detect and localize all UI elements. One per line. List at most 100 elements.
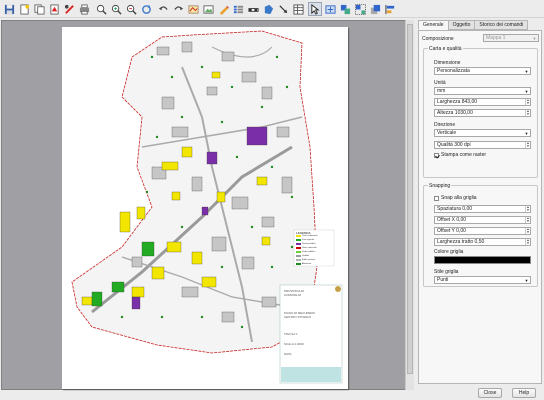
zoom-out-icon[interactable] [124, 2, 138, 16]
spin-arrows-icon[interactable]: ▲ ▼ [525, 239, 530, 245]
raise-icon[interactable] [368, 2, 382, 16]
altezza-spinbox[interactable]: Altezza 1030,00 ▲ ▼ [434, 109, 531, 117]
legend-item: Servizi pubblici [296, 243, 315, 245]
title-body-line: SCALA 1:2000 [284, 342, 304, 346]
new-composer-icon[interactable] [17, 2, 31, 16]
spin-arrows-icon[interactable]: ▲ ▼ [525, 217, 530, 223]
offset-x-value: Offset X 0,00 [437, 217, 467, 223]
stile-griglia-value: Punti [437, 277, 449, 283]
legend-swatch [296, 251, 301, 253]
move-content-icon[interactable] [323, 2, 337, 16]
legend-item: Alberature [296, 263, 311, 265]
spin-arrows-icon[interactable]: ▲ ▼ [525, 99, 530, 105]
legend-swatch [296, 255, 301, 257]
add-label-icon[interactable] [216, 2, 230, 16]
qualita-spinbox[interactable]: Qualità 300 dpi ▲ ▼ [434, 141, 531, 149]
refresh-icon[interactable] [139, 2, 153, 16]
zoom-full-icon[interactable] [94, 2, 108, 16]
larghezza-spinbox[interactable]: Larghezza 843,00 ▲ ▼ [434, 98, 531, 106]
dimensione-select[interactable]: Personalizzata ▼ [434, 67, 531, 75]
legend-swatch [296, 235, 301, 237]
add-scalebar-icon[interactable] [246, 2, 260, 16]
legend-swatch [296, 239, 301, 241]
spin-arrows-icon[interactable]: ▲ ▼ [525, 142, 530, 148]
pdf-export-icon[interactable] [47, 2, 61, 16]
raster-checkbox[interactable]: Stampa come raster [434, 152, 486, 158]
chevron-down-icon: ▼ [524, 278, 529, 283]
title-body-line: CENTRO STORICO [284, 315, 312, 319]
altezza-value: Altezza 1030,00 [437, 110, 473, 116]
checkbox-box[interactable] [434, 152, 439, 158]
snap-checkbox[interactable]: Snap alla griglia [434, 195, 477, 201]
zoom-in-icon[interactable] [109, 2, 123, 16]
add-shape-icon[interactable] [261, 2, 275, 16]
add-image-icon[interactable] [201, 2, 215, 16]
stile-griglia-label: Stile griglia [434, 269, 459, 275]
direzione-label: Direzione [434, 122, 456, 128]
carta-group-title: Carta e qualità [428, 46, 463, 52]
legend-swatch [296, 247, 301, 249]
direzione-value: Verticale [437, 130, 457, 136]
chevron-down-icon: ▼ [524, 131, 529, 136]
legend-item: Edifici esistenti [296, 259, 315, 261]
checkbox-box[interactable] [434, 195, 439, 201]
legend-item: Zona residenziale [296, 235, 318, 237]
snapping-group: Snapping Snap alla griglia Spaziatura 0,… [423, 183, 538, 287]
close-button[interactable]: Close [478, 388, 502, 398]
spin-arrows-icon[interactable]: ▲ ▼ [525, 228, 530, 234]
help-button[interactable]: Help [512, 388, 536, 398]
qualita-value: Qualità 300 dpi [437, 142, 471, 148]
direzione-select[interactable]: Verticale ▼ [434, 129, 531, 137]
tab-oggetto[interactable]: Oggetto [447, 20, 476, 30]
unita-select[interactable]: mm ▼ [434, 87, 531, 95]
print-icon[interactable] [77, 2, 91, 16]
legend-swatch [296, 243, 301, 245]
select-icon[interactable] [308, 2, 322, 16]
spin-arrows-icon[interactable]: ▲ ▼ [525, 206, 530, 212]
offset-y-spinbox[interactable]: Offset Y 0,00 ▲ ▼ [434, 227, 531, 235]
group-icon[interactable] [338, 2, 352, 16]
title-header-line: COMUNE DI [284, 293, 302, 297]
snap-label: Snap alla griglia [441, 195, 477, 201]
larghezza-tratto-value: Larghezza tratto 0,50 [437, 239, 485, 245]
svg-export-icon[interactable] [62, 2, 76, 16]
composition-canvas[interactable]: LEGENDA Zona residenziale Zona agricola … [1, 20, 414, 390]
tab-generale[interactable]: Generale [418, 20, 449, 30]
legend-label: Verde pubblico [302, 251, 316, 253]
tab-storico[interactable]: Storico dei comandi [474, 20, 529, 30]
dimensione-value: Personalizzata [437, 68, 470, 74]
print-sheet[interactable]: LEGENDA Zona residenziale Zona agricola … [62, 27, 348, 389]
map-item[interactable] [62, 27, 348, 389]
stile-griglia-select[interactable]: Punti ▼ [434, 276, 531, 284]
generale-panel: Composizione Mappa 1 ▼ Carta e qualità Di… [418, 30, 542, 384]
add-arrow-icon[interactable] [276, 2, 290, 16]
carta-group: Carta e qualità Dimensione Personalizzat… [423, 46, 538, 178]
grid-color-button[interactable] [434, 256, 531, 264]
redo-icon[interactable] [171, 2, 185, 16]
composizione-select[interactable]: Mappa 1 ▼ [483, 34, 539, 42]
add-table-icon[interactable] [291, 2, 305, 16]
undo-icon[interactable] [156, 2, 170, 16]
larghezza-tratto-spinbox[interactable]: Larghezza tratto 0,50 ▲ ▼ [434, 238, 531, 246]
duplicate-icon[interactable] [32, 2, 46, 16]
add-map-icon[interactable] [186, 2, 200, 16]
spaziatura-spinbox[interactable]: Spaziatura 0,00 ▲ ▼ [434, 205, 531, 213]
title-body-line: TAVOLA 1 [284, 332, 298, 336]
spin-arrows-icon[interactable]: ▲ ▼ [525, 110, 530, 116]
save-icon[interactable] [2, 2, 16, 16]
align-icon[interactable] [383, 2, 397, 16]
chevron-down-icon: ▼ [532, 36, 537, 41]
add-legend-icon[interactable] [231, 2, 245, 16]
composizione-value: Mappa 1 [486, 35, 506, 41]
offset-x-spinbox[interactable]: Offset X 0,00 ▲ ▼ [434, 216, 531, 224]
composizione-label: Composizione [422, 36, 454, 42]
canvas-scrollbar[interactable] [405, 20, 414, 390]
legend-item: Zona agricola [296, 239, 314, 241]
legend-swatch [296, 259, 301, 261]
chevron-down-icon: ▼ [524, 89, 529, 94]
legend-label: Zona agricola [302, 239, 315, 241]
chevron-down-icon: ▼ [524, 69, 529, 74]
ungroup-icon[interactable] [353, 2, 367, 16]
legend-label: Limite comunale [302, 247, 317, 249]
scrollbar-thumb[interactable] [407, 24, 413, 374]
